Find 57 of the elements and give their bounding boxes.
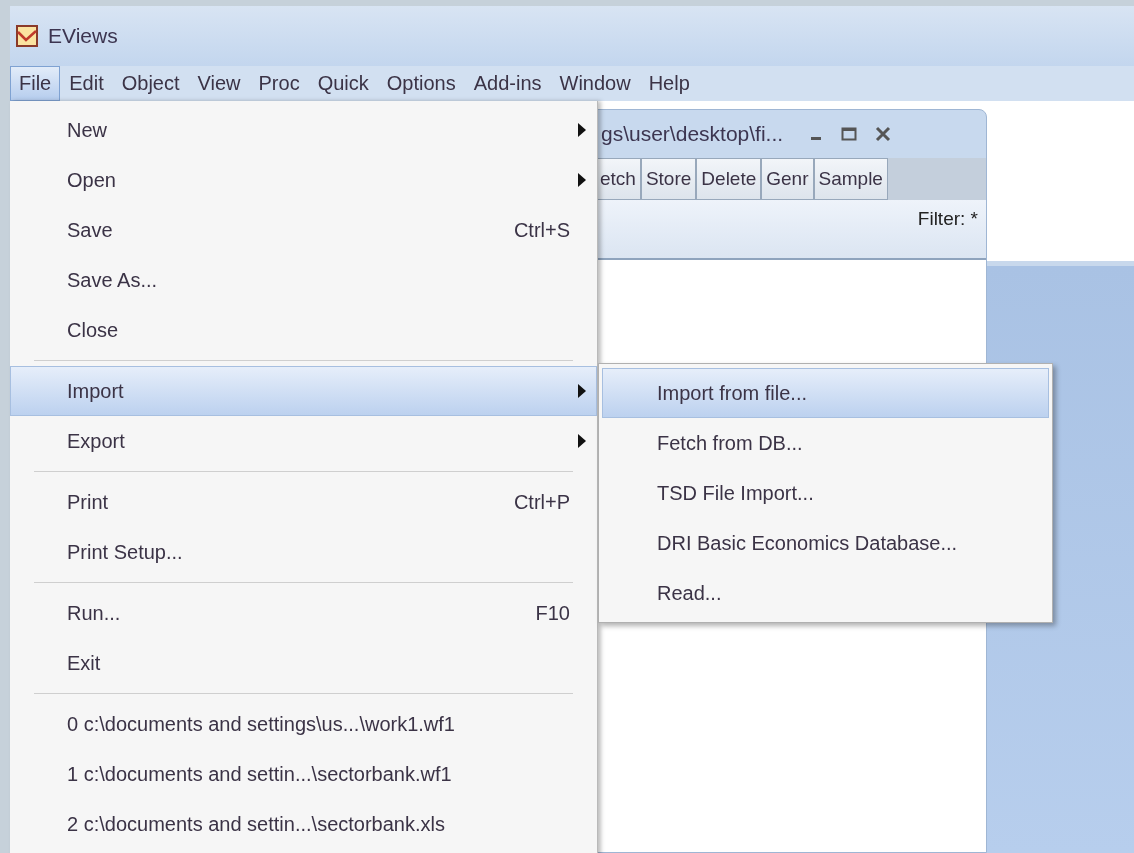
menu-entry[interactable]: Run... F10 xyxy=(10,588,597,638)
menu-entry[interactable]: Open xyxy=(10,155,597,205)
menu-label: 2 c:\documents and settin...\sectorbank.xls xyxy=(67,812,445,836)
menu-entry[interactable]: TSD File Import... xyxy=(602,468,1049,518)
menu-entry[interactable]: Print Setup... xyxy=(10,527,597,577)
menu-entry[interactable]: Save Ctrl+S xyxy=(10,205,597,255)
menu-item[interactable]: Proc xyxy=(249,66,309,101)
menu-item[interactable]: Edit xyxy=(60,66,113,101)
menu-entry[interactable]: Read... xyxy=(602,568,1049,618)
menu-item[interactable]: Options xyxy=(377,66,465,101)
menu-label: Run... xyxy=(67,601,121,625)
menu-entry[interactable]: 2 c:\documents and settin...\sectorbank.xls xyxy=(10,799,597,849)
menu-label: Save xyxy=(67,218,113,242)
menu-label: Export xyxy=(67,429,125,453)
shortcut-label: F10 xyxy=(535,601,570,625)
menu-entry[interactable]: Export xyxy=(10,416,597,466)
menu-item[interactable]: View xyxy=(188,66,250,101)
menu-entry[interactable]: Import xyxy=(10,366,597,416)
menu-entry[interactable]: Fetch from DB... xyxy=(602,418,1049,468)
menu-entry[interactable]: Close xyxy=(10,305,597,355)
maximize-icon[interactable] xyxy=(841,127,858,141)
menu-entry[interactable]: DRI Basic Economics Database... xyxy=(602,518,1049,568)
menu-label: Close xyxy=(67,318,119,342)
menu-label: New xyxy=(67,118,107,142)
menu-entry[interactable]: Exit xyxy=(10,638,597,688)
menu-label: Print xyxy=(67,490,109,514)
menu-item[interactable]: Quick xyxy=(308,66,378,101)
filter-label: Filter: * xyxy=(917,208,978,231)
chart-icon xyxy=(16,25,38,47)
menu-entry[interactable]: Import from file... xyxy=(602,368,1049,418)
menu-item[interactable]: Add-ins xyxy=(464,66,551,101)
menu-label: Import xyxy=(67,379,124,403)
menu-label: Open xyxy=(67,168,116,192)
toolbar-button[interactable]: Sample xyxy=(813,158,888,200)
menu-item[interactable]: File xyxy=(10,66,61,101)
shortcut-label: Ctrl+S xyxy=(513,218,570,242)
menu-entry[interactable]: Print Ctrl+P xyxy=(10,477,597,527)
close-icon[interactable] xyxy=(875,126,892,142)
shortcut-label: Ctrl+P xyxy=(513,490,570,514)
menu-label: 1 c:\documents and settin...\sectorbank.wf1 xyxy=(67,762,452,786)
window-title: gs\user\desktop\fi... xyxy=(601,122,784,146)
toolbar-button[interactable]: etch xyxy=(595,158,641,200)
menu-entry[interactable]: Save As... xyxy=(10,255,597,305)
menu-label: Print Setup... xyxy=(67,540,183,564)
menu-label: Save As... xyxy=(67,268,158,292)
menu-label: Exit xyxy=(67,651,101,675)
toolbar-button[interactable]: Store xyxy=(640,158,697,200)
menu-entry[interactable]: 0 c:\documents and settings\us...\work1.wf1 xyxy=(10,699,597,749)
menu-item[interactable]: Window xyxy=(550,66,640,101)
menu-item[interactable]: Object xyxy=(112,66,189,101)
menu-item[interactable]: Help xyxy=(639,66,699,101)
window-title: EViews xyxy=(48,24,118,48)
menu-entry[interactable]: New xyxy=(10,105,597,155)
menu-label: 0 c:\documents and settings\us...\work1.wf1 xyxy=(67,712,455,736)
toolbar-button[interactable]: Genr xyxy=(761,158,814,200)
toolbar-button[interactable]: Delete xyxy=(696,158,762,200)
menu-entry[interactable]: 1 c:\documents and settin...\sectorbank.wf1 xyxy=(10,749,597,799)
